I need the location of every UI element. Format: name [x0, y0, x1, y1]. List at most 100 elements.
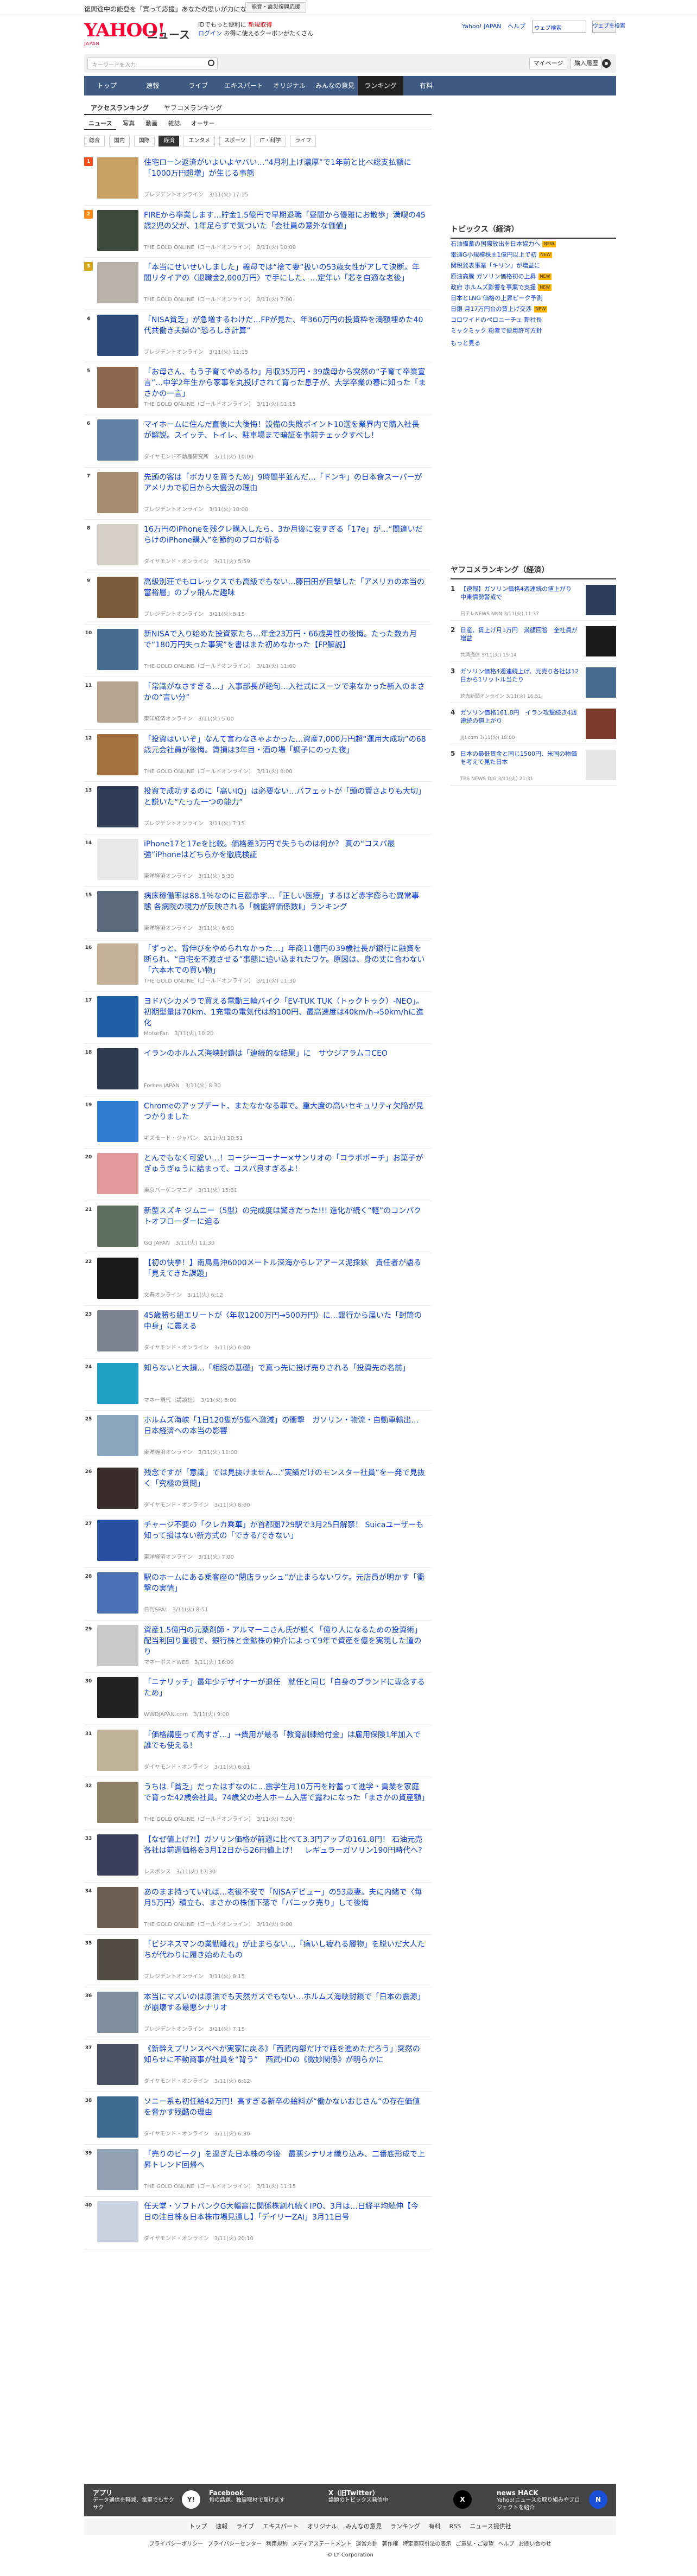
- nav-top[interactable]: トップ: [84, 76, 130, 95]
- comment-ranking-item[interactable]: 5 日本の最低賃金と同じ1500円、米国の物価を考えて見た日本 TBS NEWS D…: [451, 744, 616, 786]
- ranking-item[interactable]: 33 【なぜ値上げ?!】ガソリン価格が前週に比べて3.3円アップの161.8円！ …: [84, 1830, 432, 1883]
- tab-news[interactable]: ニュース: [84, 118, 117, 130]
- notice-badge[interactable]: 能登・震災復興応援: [245, 2, 306, 13]
- ranking-item[interactable]: 35 「ビジネスマンの業勤離れ」が止まらない…「痛いし疲れる履物」を脱いだ大人たち…: [84, 1935, 432, 1987]
- article-title[interactable]: 「投資はいいぞ」なんて言わなきゃよかった…資産7,000万円超“運用大成功”の6…: [144, 734, 426, 756]
- cat-sports[interactable]: スポーツ: [219, 136, 251, 146]
- mypage-button[interactable]: マイページ: [529, 58, 567, 69]
- article-thumbnail[interactable]: [97, 629, 138, 671]
- ranking-item[interactable]: 16 「ずっと、背伸びをやめられなかった…」年商11億円の39歳社長が銀行に融資を…: [84, 939, 432, 992]
- article-thumbnail[interactable]: [97, 2148, 138, 2190]
- ranking-item[interactable]: 31 「価格講座って高すぎ…」→費用が最る「教育訓練給付金」は雇用保険1年加入で誰…: [84, 1725, 432, 1778]
- article-title[interactable]: あのまま持っていれば…老後不安で「NISAデビュー」の53歳妻。夫に内緒で〈毎月…: [144, 1887, 426, 1909]
- login-link[interactable]: ログイン: [198, 30, 222, 37]
- ranking-item[interactable]: 14 iPhone17と17eを比較。価格差3万円で失うものは何か？ 真の“コスパ…: [84, 834, 432, 887]
- article-title[interactable]: 「売りのピーク」を過ぎた日本株の今後 最悪シナリオ織り込み、二番底形成で上昇トレ…: [144, 2149, 426, 2171]
- article-thumbnail[interactable]: [586, 709, 616, 739]
- article-thumbnail[interactable]: [97, 2096, 138, 2138]
- article-title[interactable]: 16万円のiPhoneを残クレ購入したら、3か月後に安すぎる「17e」が…“間違…: [144, 524, 426, 546]
- footer-app-block[interactable]: アプリ データ通信を軽減、電車でもサクサク: [93, 2489, 174, 2512]
- article-title[interactable]: 高級別荘でもロレックスでも高級でもない…藤田田が目撃した「アメリカの本当の富裕層…: [144, 577, 426, 598]
- footer-nav-item[interactable]: 速報: [216, 2518, 227, 2535]
- footer-nav-item[interactable]: ニュース提供社: [470, 2518, 511, 2535]
- article-thumbnail[interactable]: [97, 1834, 138, 1876]
- article-title[interactable]: 「本当にせいせいしました」義母では“捨て妻”扱いの53歳女性がアして決断。年間リ…: [144, 262, 426, 284]
- cat-it-science[interactable]: IT・科学: [255, 136, 286, 146]
- article-thumbnail[interactable]: [97, 262, 138, 304]
- article-title[interactable]: うちは「貧乏」だったはずなのに…震学生月10万円を貯蓄って進学・貢業を家庭で育っ…: [144, 1782, 426, 1803]
- ranking-item[interactable]: 32 うちは「貧乏」だったはずなのに…震学生月10万円を貯蓄って進学・貢業を家庭で…: [84, 1777, 432, 1830]
- article-title[interactable]: 【初の快挙！】南鳥島沖6000メートル深海からレアアース泥採鉱 責任者が語る「見…: [144, 1258, 426, 1279]
- article-title[interactable]: 日産、賃上げ月1万円 満額回答 全社員が増益: [460, 626, 580, 642]
- ranking-item[interactable]: 21 新型スズキ ジムニー（5型）の完成度は驚きだった!!! 進化が続く“軽”のコ…: [84, 1201, 432, 1254]
- topics-more-link[interactable]: もっと見る: [451, 339, 616, 347]
- signup-link[interactable]: 新規取得: [248, 21, 272, 28]
- article-thumbnail[interactable]: [97, 1991, 138, 2033]
- article-thumbnail[interactable]: [97, 1100, 138, 1142]
- article-thumbnail[interactable]: [97, 1205, 138, 1247]
- article-thumbnail[interactable]: [97, 524, 138, 566]
- ranking-item[interactable]: 26 残念ですが「意識」では見抜けません…“実績だけのモンスター社員”を一発で見抜…: [84, 1463, 432, 1516]
- service-name[interactable]: ニュース: [147, 26, 190, 42]
- comment-ranking-item[interactable]: 3 ガソリン価格4週連続上げ、元売り各社は12日から1リットル当たり 読売新聞オンラ…: [451, 662, 616, 703]
- topic-item[interactable]: 原油高騰 ガソリン価格初の上昇 NEW: [451, 271, 616, 282]
- article-title[interactable]: 新型スズキ ジムニー（5型）の完成度は驚きだった!!! 進化が続く“軽”のコンパ…: [144, 1206, 426, 1227]
- article-title[interactable]: ガソリン価格4週連続上げ、元売り各社は12日から1リットル当たり: [460, 667, 580, 684]
- article-thumbnail[interactable]: [97, 1729, 138, 1771]
- tab-video[interactable]: 動画: [141, 118, 162, 129]
- article-thumbnail[interactable]: [97, 1886, 138, 1928]
- footer-link[interactable]: 特定商取引法の表示: [402, 2541, 451, 2547]
- cat-entertainment[interactable]: エンタメ: [183, 136, 216, 146]
- yahoo-japan-link[interactable]: Yahoo! JAPAN: [462, 23, 502, 30]
- article-title[interactable]: 「お母さん、もう子育てやめるわ」月収35万円・39歳母から突然の“子育て卒業宣言…: [144, 367, 426, 399]
- search-icon[interactable]: [208, 60, 214, 66]
- article-title[interactable]: 「価格講座って高すぎ…」→費用が最る「教育訓練給付金」は雇用保険1年加入で誰でも…: [144, 1730, 426, 1751]
- article-title[interactable]: 「ずっと、背伸びをやめられなかった…」年商11億円の39歳社長が銀行に融資を断ら…: [144, 943, 426, 976]
- ranking-item[interactable]: 15 病床稼働率は88.1％なのに巨額赤字…「正しい医療」するほど赤字膨らむ異常事…: [84, 887, 432, 939]
- footer-link[interactable]: ご意見・ご要望: [455, 2541, 493, 2547]
- y-app-icon[interactable]: Y!: [182, 2490, 200, 2509]
- ranking-item[interactable]: 30 「ニナリッチ」最年少デザイナーが退任 就任と同じ「自身のブランドに専念するた…: [84, 1673, 432, 1725]
- article-title[interactable]: iPhone17と17eを比較。価格差3万円で失うものは何か？ 真の“コスパ最強…: [144, 839, 426, 860]
- ranking-item[interactable]: 6 マイホームに住んだ直後に大後悔！設備の失敗ポイント10選を業界内で購入社長が解…: [84, 415, 432, 468]
- article-title[interactable]: 残念ですが「意識」では見抜けません…“実績だけのモンスター社員”を一発で見抜く「…: [144, 1468, 426, 1489]
- article-title[interactable]: ソニー系も初任給42万円！高すぎる新卒の給料が“働かないおじさん”の存在価値を脅…: [144, 2096, 426, 2118]
- footer-link[interactable]: プライバシーセンター: [207, 2541, 262, 2547]
- footer-nav-item[interactable]: トップ: [189, 2518, 207, 2535]
- article-title[interactable]: Chromeのアップデート、またなかなる罪で。重大度の高いセキュリティ欠陥が見つ…: [144, 1101, 426, 1123]
- ranking-item[interactable]: 36 本当にマズいのは原油でも天然ガスでもない…ホルムズ海峡封鎖で「日本の震源」が…: [84, 1987, 432, 2040]
- comment-ranking-item[interactable]: 2 日産、賃上げ月1万円 満額回答 全社員が増益 共同通信 3/11(火) 15:1…: [451, 621, 616, 662]
- footer-link[interactable]: メディアステートメント: [292, 2541, 351, 2547]
- nav-live[interactable]: ライブ: [175, 76, 221, 95]
- footer-link[interactable]: プライバシーポリシー: [149, 2541, 204, 2547]
- ranking-item[interactable]: 12 「投資はいいぞ」なんて言わなきゃよかった…資産7,000万円超“運用大成功”…: [84, 730, 432, 782]
- ranking-item[interactable]: 10 新NISAで入り始めた投資家たち…年金23万円・66歳男性の後悔。たった数カ…: [84, 624, 432, 677]
- help-link[interactable]: ヘルプ: [508, 23, 525, 30]
- topic-item[interactable]: 日本とLNG 価格の上昇ピーク予測: [451, 293, 616, 304]
- ranking-item[interactable]: 39 「売りのピーク」を過ぎた日本株の今後 最悪シナリオ織り込み、二番底形成で上昇…: [84, 2145, 432, 2197]
- footer-link[interactable]: お問い合わせ: [518, 2541, 551, 2547]
- footer-newshack-block[interactable]: news HACK Yahoo!ニュースの取り組みやプロジェクトを紹介: [497, 2489, 584, 2512]
- ranking-item[interactable]: 29 資産1.5億円の元薬剤師・アルマーニさん氏が説く「億り人になるための投資術」…: [84, 1621, 432, 1673]
- nav-expert[interactable]: エキスパート: [221, 76, 267, 95]
- article-thumbnail[interactable]: [97, 576, 138, 618]
- article-thumbnail[interactable]: [586, 667, 616, 698]
- article-title[interactable]: FIREから卒業します…貯金1.5億円で早期退職「昼間から優雅にお散歩」満喫の4…: [144, 210, 426, 232]
- article-title[interactable]: 【速報】ガソリン価格4週連続の値上がり 中東情勢警戒で: [460, 585, 580, 601]
- ranking-item[interactable]: 9 高級別荘でもロレックスでも高級でもない…藤田田が目撃した「アメリカの本当の富裕…: [84, 572, 432, 625]
- nav-ranking[interactable]: ランキング: [358, 76, 403, 95]
- article-thumbnail[interactable]: [97, 786, 138, 828]
- article-thumbnail[interactable]: [97, 1939, 138, 1981]
- cat-economy[interactable]: 経済: [159, 136, 180, 146]
- article-title[interactable]: 任天堂・ソフトバンクG大幅高に関係株割れ続くIPO、3月は…日経平均続伸【今日の…: [144, 2201, 426, 2223]
- topic-item[interactable]: 日銀 月17万円台の賃上げ交渉 NEW: [451, 304, 616, 315]
- article-thumbnail[interactable]: [97, 1782, 138, 1823]
- ranking-item[interactable]: 3 「本当にせいせいしました」義母では“捨て妻”扱いの53歳女性がアして決断。年間…: [84, 258, 432, 310]
- article-title[interactable]: 「ビジネスマンの業勤離れ」が止まらない…「痛いし疲れる履物」を脱いだ大人たちが代…: [144, 1939, 426, 1961]
- topic-item[interactable]: コロワイドのペロニーチェ 新社長: [451, 315, 616, 326]
- article-thumbnail[interactable]: [97, 943, 138, 985]
- ranking-item[interactable]: 5 「お母さん、もう子育てやめるわ」月収35万円・39歳母から突然の“子育て卒業宣…: [84, 362, 432, 415]
- footer-link[interactable]: 著作権: [382, 2541, 398, 2547]
- cat-domestic[interactable]: 国内: [109, 136, 130, 146]
- article-thumbnail[interactable]: [586, 626, 616, 656]
